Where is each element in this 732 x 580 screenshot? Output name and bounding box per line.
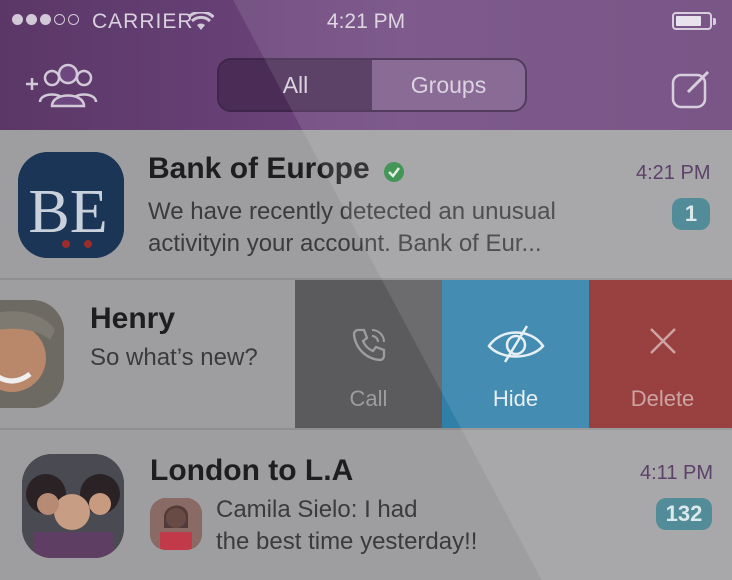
chat-time: 4:21 PM	[636, 162, 711, 184]
tab-all[interactable]: All	[219, 60, 372, 110]
chat-preview: We have recently detected an unusual act…	[148, 198, 556, 257]
status-bar: CARRIER 4:21 PM	[0, 0, 732, 44]
sender-name: Camila Sielo:	[216, 496, 358, 523]
bank-avatar: BE	[18, 152, 124, 258]
hide-label: Hide	[492, 386, 539, 411]
chat-name: Bank of Europe	[148, 152, 370, 185]
chat-time: 4:11 PM	[640, 462, 713, 484]
chat-name: London to L.A	[150, 454, 354, 487]
compose-button[interactable]	[670, 68, 712, 110]
delete-action-button[interactable]: Delete	[589, 280, 732, 428]
call-label: Call	[349, 386, 388, 411]
henry-avatar	[0, 300, 64, 408]
phone-icon	[348, 324, 390, 371]
chat-list-screen: CARRIER 4:21 PM All Groups BE Call Hide …	[0, 0, 732, 580]
compose-icon	[670, 70, 712, 114]
group-avatar	[22, 454, 124, 558]
add-group-button[interactable]	[24, 60, 100, 110]
add-group-icon	[24, 63, 100, 114]
clock: 4:21 PM	[326, 10, 406, 33]
eye-hidden-icon	[486, 324, 545, 369]
chat-preview: So what’s new?	[90, 344, 258, 371]
svg-text:BE: BE	[28, 178, 107, 246]
hide-action-button[interactable]: Hide	[442, 280, 589, 428]
unread-badge: 1	[672, 198, 710, 230]
battery-icon	[672, 12, 716, 30]
tab-groups[interactable]: Groups	[372, 60, 525, 110]
chat-preview: Camila Sielo: I had the best time yester…	[216, 496, 478, 555]
top-bar: CARRIER 4:21 PM All Groups	[0, 0, 732, 130]
unread-badge: 132	[656, 498, 712, 530]
filter-segmented-control: All Groups	[217, 58, 527, 112]
delete-label: Delete	[630, 386, 695, 411]
close-icon	[646, 324, 680, 363]
sender-avatar	[150, 498, 202, 550]
call-action-button[interactable]: Call	[295, 280, 442, 428]
chat-name: Henry	[90, 302, 176, 335]
verified-icon	[384, 162, 404, 182]
